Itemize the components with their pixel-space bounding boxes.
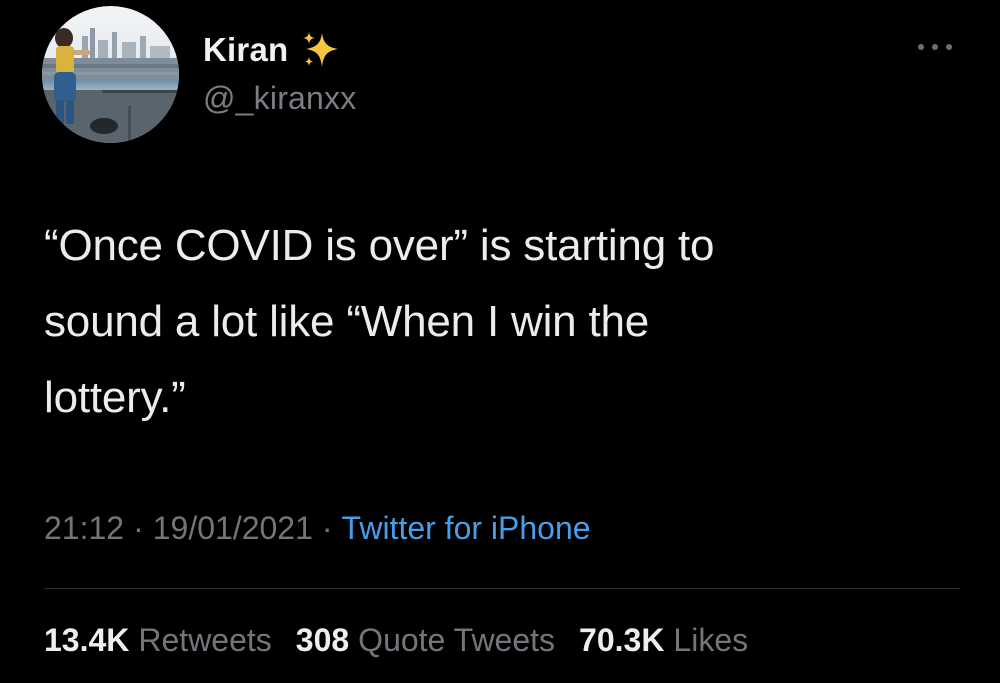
author-name-row[interactable]: Kiran [203,28,342,72]
avatar[interactable] [42,6,179,143]
quote-tweets-count: 308 [295,622,350,658]
quote-tweets-label: Quote Tweets [358,622,556,658]
more-dot-icon [946,44,952,50]
sparkles-icon [303,32,339,67]
meta-separator: · [133,510,144,546]
avatar-image [42,6,179,143]
tweet-time[interactable]: 21:12 [44,510,124,546]
tweet-text: “Once COVID is over” is starting to soun… [44,221,715,422]
more-options-button[interactable] [918,40,952,54]
display-name[interactable]: Kiran [203,31,288,69]
retweets-stat[interactable]: 13.4K Retweets [44,622,272,659]
more-dot-icon [932,44,938,50]
tweet-stats: 13.4K Retweets 308 Quote Tweets 70.3K Likes [44,622,772,659]
retweets-label: Retweets [138,622,272,658]
likes-stat[interactable]: 70.3K Likes [579,622,748,659]
retweets-count: 13.4K [44,622,130,658]
author-handle[interactable]: @_kiranxx [203,80,356,117]
more-dot-icon [918,44,924,50]
tweet-source-link[interactable]: Twitter for iPhone [342,510,591,546]
tweet-date[interactable]: 19/01/2021 [153,510,313,546]
tweet-meta: 21:12 · 19/01/2021 · Twitter for iPhone [44,510,591,547]
likes-count: 70.3K [579,622,665,658]
meta-separator: · [321,510,333,546]
quote-tweets-stat[interactable]: 308 Quote Tweets [296,622,555,659]
likes-label: Likes [673,622,749,658]
divider [44,588,960,589]
